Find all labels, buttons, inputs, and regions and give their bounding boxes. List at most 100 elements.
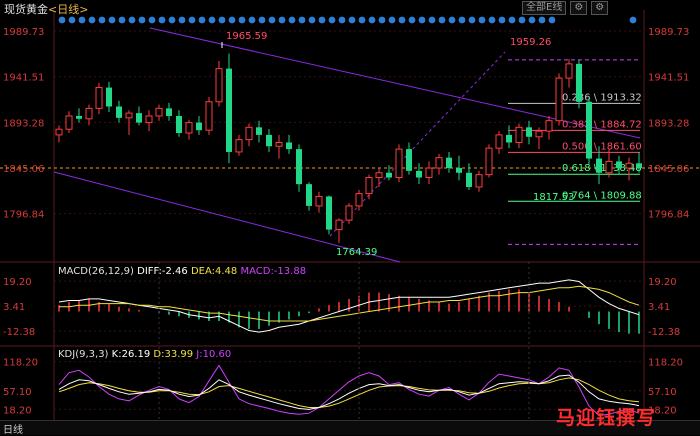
candle-body: [605, 160, 613, 174]
candle-body: [406, 149, 412, 171]
settings-icon[interactable]: ⚙: [570, 1, 588, 15]
candle-body: [185, 122, 193, 134]
fib-level-label: 0.236 \ 1913.32: [562, 92, 642, 103]
period-label[interactable]: <日线>: [48, 3, 88, 16]
event-dot: [629, 16, 637, 24]
candle-body: [446, 157, 452, 169]
event-dot: [338, 16, 346, 24]
candle-body: [345, 205, 353, 221]
candle-body: [515, 126, 523, 143]
event-dot: [238, 16, 246, 24]
candle-body: [155, 107, 163, 117]
fib-level-label: 0.382 \ 1884.72: [562, 119, 642, 130]
event-dot: [278, 16, 286, 24]
candle-body: [125, 112, 133, 119]
candle-body: [116, 106, 122, 118]
event-dot: [138, 16, 146, 24]
candle-body: [386, 172, 392, 178]
event-dot: [538, 16, 546, 24]
price-tick-left: 1941.51: [3, 73, 44, 84]
event-dot: [418, 16, 426, 24]
event-dot: [68, 16, 76, 24]
macd-params: MACD(26,12,9): [58, 266, 134, 277]
candle-body: [106, 87, 112, 107]
price-tick-right: 1845.06: [648, 164, 689, 175]
event-dot: [348, 16, 356, 24]
event-dot: [148, 16, 156, 24]
kdj-k: K:26.19: [111, 349, 151, 360]
macd-tick-right: 19.20: [648, 277, 677, 288]
event-dot: [198, 16, 206, 24]
kdj-tick-right: 118.20: [648, 358, 683, 369]
event-dot: [208, 16, 216, 24]
candle-body: [555, 77, 563, 122]
macd-tick-right: -12.38: [648, 327, 680, 338]
candle-body: [55, 128, 63, 136]
candle-body: [365, 177, 373, 195]
candle-body: [526, 127, 532, 137]
event-dot: [528, 16, 536, 24]
event-dot: [248, 16, 256, 24]
macd-tick-left: -12.38: [3, 327, 35, 338]
event-dot: [398, 16, 406, 24]
candle-body: [545, 120, 553, 132]
price-tick-right: 1796.84: [648, 210, 689, 221]
kdj-tick-left: 118.20: [3, 358, 38, 369]
event-dot: [118, 16, 126, 24]
event-dot: [448, 16, 456, 24]
candle-body: [315, 195, 323, 207]
chart-canvas[interactable]: 1989.73 1989.73 1941.51 1941.51 1893.28 1893.…: [0, 0, 700, 434]
candle-body: [326, 196, 332, 230]
event-dot: [88, 16, 96, 24]
instrument-name: 现货黄金: [4, 3, 48, 16]
candle-body: [235, 139, 243, 153]
event-dot: [458, 16, 466, 24]
event-dot: [168, 16, 176, 24]
event-dot: [438, 16, 446, 24]
macd-title: MACD(26,12,9) DIFF:-2.46 DEA:4.48 MACD:-…: [58, 266, 306, 277]
candle-body: [586, 101, 592, 159]
candle-body: [205, 101, 213, 131]
candle-body: [425, 167, 433, 179]
candle-body: [535, 130, 543, 138]
fib-level-label: 0.500 \ 1861.60: [562, 141, 642, 152]
fib-trend-line: [329, 51, 506, 237]
low-price-label: 1764.39: [336, 247, 377, 258]
candle-body: [485, 147, 493, 176]
recent-high-label: 1959.26: [510, 37, 551, 48]
kdj-j: J:10.60: [196, 349, 232, 360]
kdj-tick-left: 57.10: [3, 387, 32, 398]
config-icon[interactable]: ⚙: [591, 1, 609, 15]
event-dot: [318, 16, 326, 24]
candle-body: [226, 68, 232, 152]
event-dot: [288, 16, 296, 24]
event-dot: [488, 16, 496, 24]
kdj-params: KDJ(9,3,3): [58, 349, 109, 360]
candle-body: [256, 127, 262, 135]
macd-tick-left: 3.41: [3, 302, 25, 313]
event-dot: [548, 16, 556, 24]
candle-body: [85, 107, 93, 120]
macd-diff: DIFF:-2.46: [137, 266, 188, 277]
candle-body: [495, 134, 503, 149]
candle-body: [625, 162, 633, 169]
event-dot: [428, 16, 436, 24]
event-dot: [368, 16, 376, 24]
event-dot: [158, 16, 166, 24]
candle-body: [166, 108, 172, 116]
candle-body: [95, 87, 103, 109]
event-dot: [188, 16, 196, 24]
kdj-tick-right: 57.10: [648, 387, 677, 398]
kdj-tick-left: 18.20: [3, 405, 32, 416]
candle-body: [506, 134, 512, 143]
candle-body: [176, 115, 182, 134]
candle-body: [245, 126, 253, 141]
candle-body: [136, 113, 142, 123]
all-lines-button[interactable]: 全部E线: [522, 1, 567, 15]
candle-body: [375, 172, 383, 179]
candle-body: [266, 134, 272, 147]
candle-body: [286, 142, 292, 150]
chart-title: 现货黄金<日线>: [4, 1, 88, 17]
high-price-label: 1965.59: [226, 31, 267, 42]
event-dot: [98, 16, 106, 24]
